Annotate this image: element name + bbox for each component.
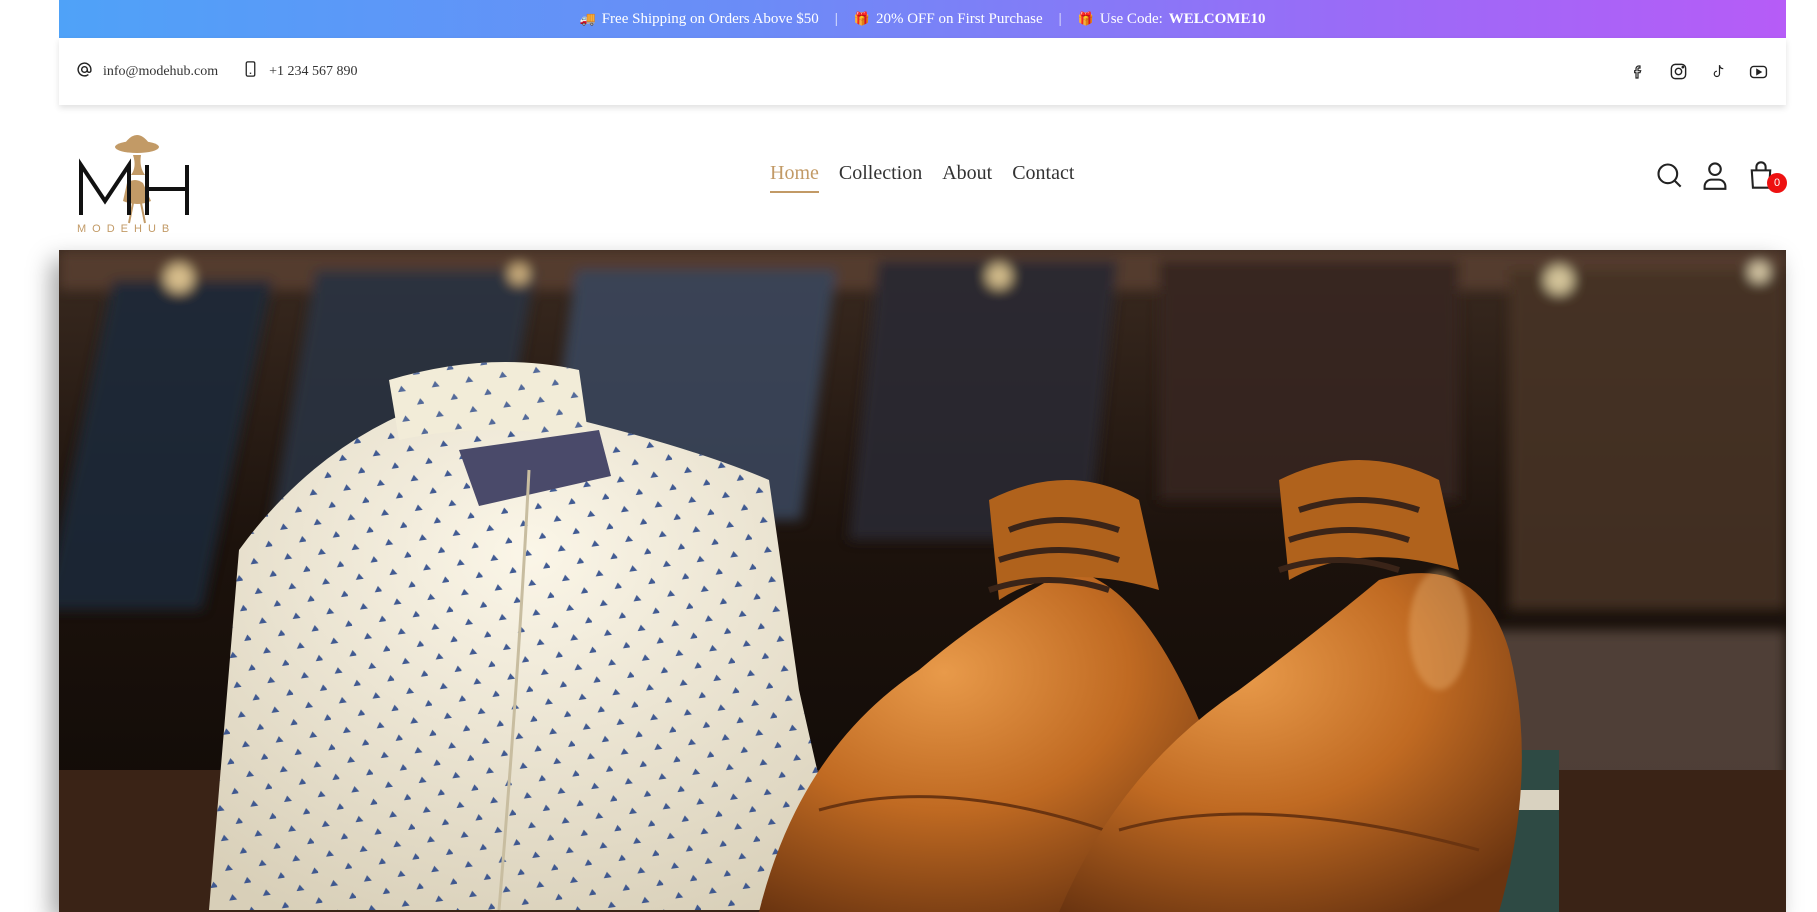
hero-banner <box>59 250 1786 912</box>
email-text: info@modehub.com <box>103 63 219 79</box>
contact-bar: info@modehub.com +1 234 567 890 <box>59 38 1786 105</box>
divider: | <box>834 10 838 27</box>
nav-home[interactable]: Home <box>770 162 819 193</box>
email-contact[interactable]: info@modehub.com <box>76 61 218 83</box>
code-prefix: Use Code: <box>1099 10 1163 27</box>
instagram-icon[interactable] <box>1668 62 1688 82</box>
user-icon[interactable] <box>1700 160 1730 190</box>
youtube-icon[interactable] <box>1748 62 1768 82</box>
main-nav: Home Collection About Contact <box>770 162 1074 193</box>
logo-brand-text: MODEHUB <box>77 223 175 235</box>
site-header: MODEHUB Home Collection About Contact 0 <box>59 110 1787 250</box>
phone-text: +1 234 567 890 <box>269 63 358 79</box>
nav-about[interactable]: About <box>942 162 992 193</box>
cart-count-badge: 0 <box>1767 173 1787 193</box>
search-icon[interactable] <box>1654 160 1684 190</box>
shipping-announcement: 🚚 Free Shipping on Orders Above $50 <box>580 11 819 28</box>
phone-icon <box>242 60 259 83</box>
truck-icon: 🚚 <box>579 11 596 27</box>
offer-announcement: 🎁 20% OFF on First Purchase <box>854 11 1043 28</box>
shipping-text: Free Shipping on Orders Above $50 <box>601 10 819 27</box>
phone-contact[interactable]: +1 234 567 890 <box>242 60 358 83</box>
offer-text: 20% OFF on First Purchase <box>875 10 1043 27</box>
nav-contact[interactable]: Contact <box>1012 162 1074 193</box>
contact-info: info@modehub.com +1 234 567 890 <box>76 60 358 83</box>
tiktok-icon[interactable] <box>1708 62 1728 82</box>
site-logo[interactable]: MODEHUB <box>75 125 195 235</box>
gift-icon: 🎁 <box>1077 11 1094 27</box>
code-announcement: 🎁 Use Code: WELCOME10 <box>1078 11 1266 28</box>
facebook-icon[interactable] <box>1628 62 1648 82</box>
hero-image <box>59 250 1786 912</box>
gift-icon: 🎁 <box>853 11 870 27</box>
social-links <box>1628 62 1768 82</box>
header-actions: 0 <box>1654 160 1787 193</box>
logo-mark: MODEHUB <box>77 135 189 235</box>
announcement-bar: 🚚 Free Shipping on Orders Above $50 | 🎁 … <box>59 0 1786 38</box>
promo-code: WELCOME10 <box>1168 10 1266 27</box>
at-sign-icon <box>76 61 93 83</box>
cart-button[interactable]: 0 <box>1746 160 1787 193</box>
nav-collection[interactable]: Collection <box>839 162 922 193</box>
divider: | <box>1058 10 1062 27</box>
page: 🚚 Free Shipping on Orders Above $50 | 🎁 … <box>0 0 1817 912</box>
